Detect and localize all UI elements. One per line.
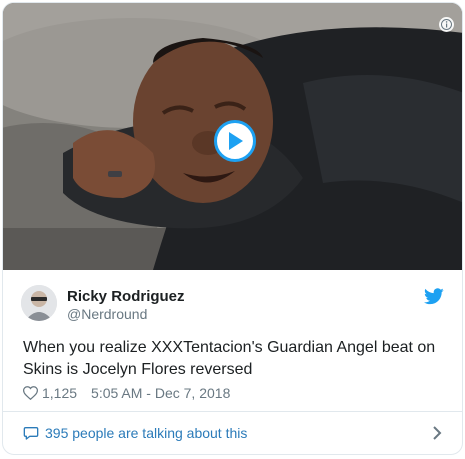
author-handle[interactable]: @Nerdround — [67, 306, 147, 322]
avatar[interactable] — [21, 285, 57, 321]
avatar-image — [21, 285, 57, 321]
twitter-bird-icon[interactable] — [424, 288, 444, 305]
author-name[interactable]: Ricky Rodriguez — [67, 288, 185, 305]
like-count[interactable]: 1,125 — [42, 385, 77, 401]
chevron-right-icon[interactable] — [432, 425, 442, 441]
info-icon — [441, 19, 452, 30]
info-button[interactable] — [439, 17, 454, 32]
embedded-tweet-card: Ricky Rodriguez @Nerdround When you real… — [2, 2, 463, 455]
comment-bubble-icon — [23, 425, 39, 441]
tweet-timestamp[interactable]: 5:05 AM - Dec 7, 2018 — [91, 385, 230, 401]
heart-icon[interactable] — [23, 386, 38, 400]
play-button[interactable] — [214, 120, 256, 162]
conversation-text[interactable]: 395 people are talking about this — [45, 425, 247, 441]
tweet-meta: 1,125 5:05 AM - Dec 7, 2018 — [23, 385, 230, 401]
tweet-text: When you realize XXXTentacion's Guardian… — [23, 339, 436, 378]
tweet-header: Ricky Rodriguez @Nerdround — [3, 283, 462, 329]
play-icon — [229, 132, 243, 150]
conversation-link[interactable]: 395 people are talking about this — [3, 412, 462, 454]
tweet-video-media[interactable] — [3, 3, 462, 270]
